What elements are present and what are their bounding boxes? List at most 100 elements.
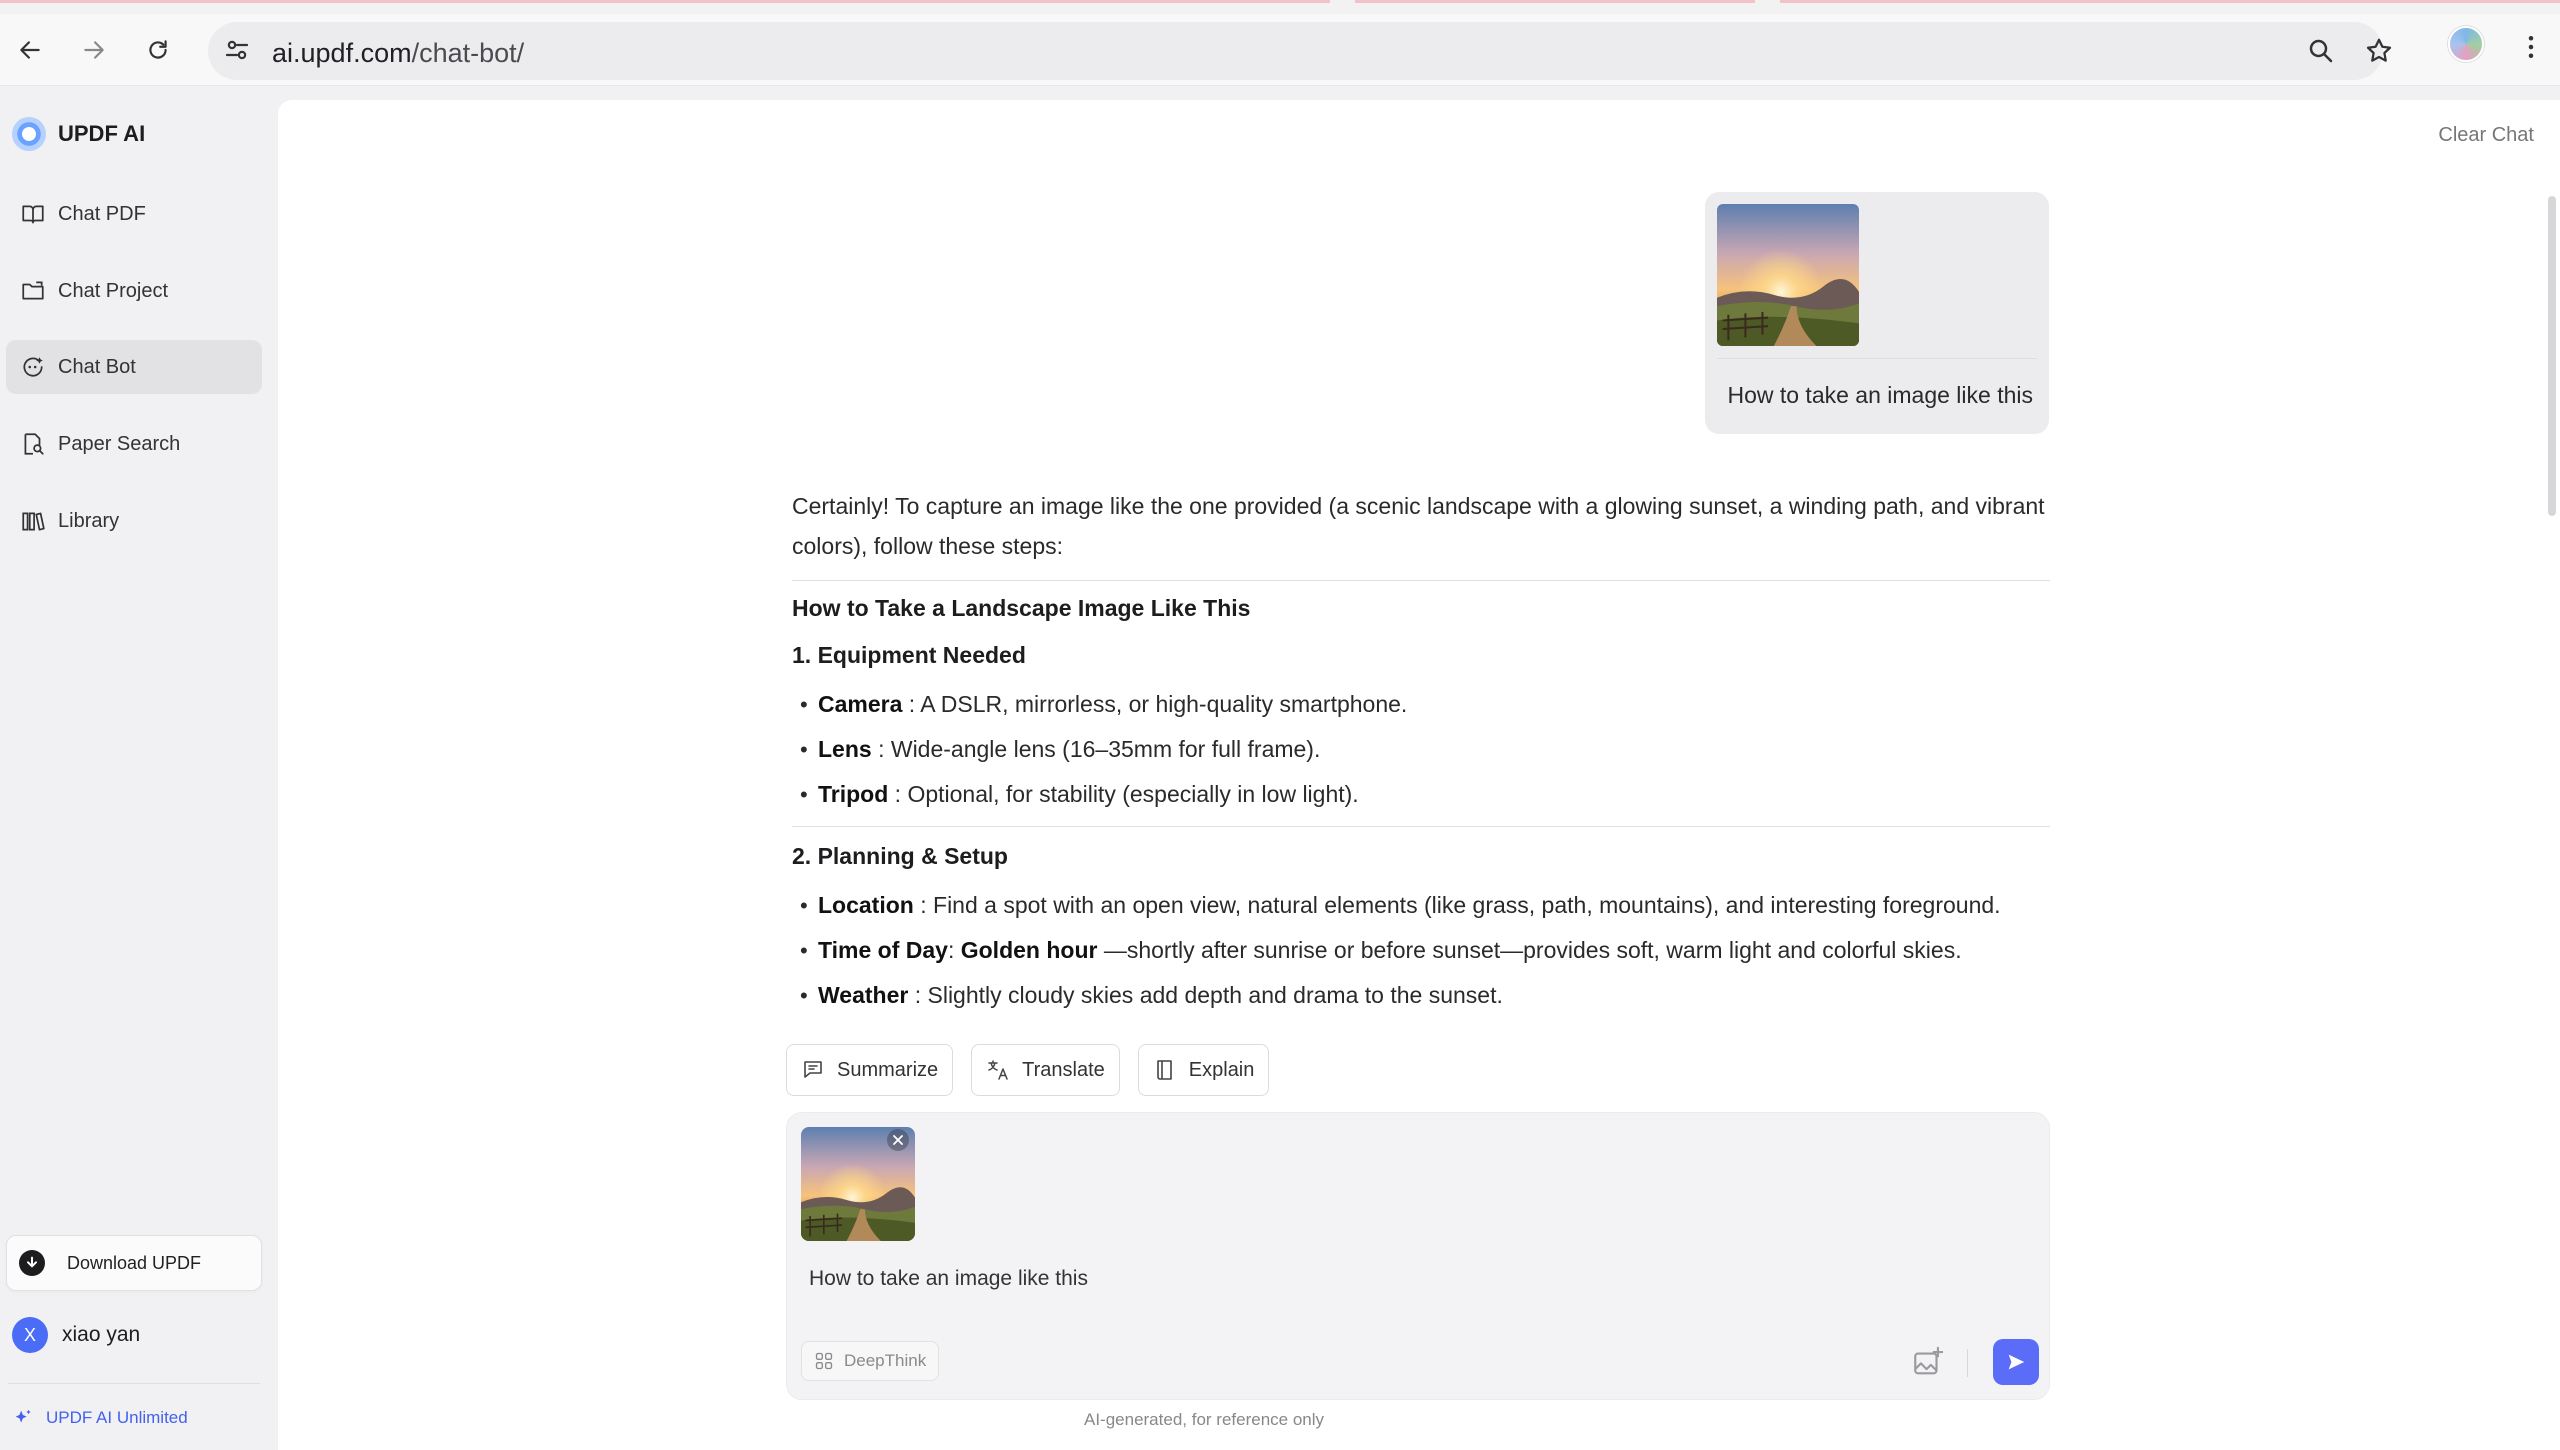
attached-image[interactable] [1717,204,1859,346]
bullet: • [800,893,808,918]
translate-label: Translate [1022,1058,1105,1081]
more-menu-icon[interactable] [2516,32,2546,62]
tab-indicator [0,0,1330,3]
sidebar: UPDF AI Chat PDF Chat Project Chat Bot P… [0,87,268,1450]
clear-chat-button[interactable]: Clear Chat [2438,124,2534,147]
list-item: • Lens : Wide-angle lens (16–35mm for ful… [792,736,2050,763]
divider [8,1383,260,1384]
sidebar-item-chat-bot[interactable]: Chat Bot [6,340,262,394]
list-item: • Location : Find a spot with an open vie… [792,892,2050,919]
tab-strip [0,0,2560,14]
list-sep: : [947,937,961,963]
translate-button[interactable]: Translate [971,1044,1120,1096]
list-term: Weather [818,982,909,1008]
deepthink-toggle[interactable]: DeepThink [801,1341,940,1381]
scrollbar[interactable] [2548,196,2556,516]
list-text: —shortly after sunrise or before sunset—… [1097,937,1962,963]
reload-button[interactable] [136,28,180,72]
sidebar-item-paper-search[interactable]: Paper Search [6,417,262,471]
user-name: xiao yan [62,1323,141,1346]
summarize-button[interactable]: Summarize [786,1044,954,1096]
brand[interactable]: UPDF AI [12,117,145,151]
url-text[interactable]: ai.updf.com/chat-bot/ [272,38,524,69]
section-title: 1. Equipment Needed [792,642,1026,668]
list-text: : Wide-angle lens (16–35mm for full fram… [871,736,1321,762]
sidebar-item-label: Paper Search [58,432,181,455]
book-icon [22,205,44,224]
chat-panel: Clear Chat How to take an image like thi… [278,100,2560,1450]
sunset-landscape-image [1717,204,1859,346]
sidebar-item-library[interactable]: Library [6,494,262,548]
plan-link[interactable]: UPDF AI Unlimited [12,1407,188,1429]
sidebar-item-chat-project[interactable]: Chat Project [6,264,262,318]
list-text: : Optional, for stability (especially in… [888,781,1359,807]
sparkle-icon [15,1409,31,1423]
forward-button[interactable] [72,28,116,72]
updf-logo-icon [12,117,46,151]
deepthink-label: DeepThink [844,1351,927,1370]
download-label: Download UPDF [67,1252,202,1273]
reload-icon [149,40,167,59]
url-host: ai.updf.com [272,38,412,68]
list-item: • Time of Day: Golden hour —shortly after… [792,937,2050,964]
back-button[interactable] [8,28,52,72]
list-term: Golden hour [960,937,1098,963]
user-message-text: How to take an image like this [1727,382,2033,408]
quick-actions: Summarize Translate Explain [786,1044,1270,1096]
bullet: • [800,782,808,807]
add-image-icon[interactable] [1911,1345,1945,1379]
site-settings-icon[interactable] [222,35,252,65]
list-item: • Weather : Slightly cloudy skies add dep… [792,982,2050,1009]
translate-icon [988,1060,1008,1080]
address-bar[interactable]: ai.updf.com/chat-bot/ [208,22,2392,80]
bullet: • [800,737,808,762]
explain-button[interactable]: Explain [1137,1044,1270,1096]
tab-indicator [1780,0,2560,3]
divider [792,580,2050,581]
bullet: • [800,692,808,717]
sidebar-item-chat-pdf[interactable]: Chat PDF [6,187,262,241]
library-icon [22,512,45,531]
divider [1717,358,2037,359]
send-icon [2008,1354,2025,1370]
list-term: Lens [818,736,872,762]
sidebar-item-label: Chat Bot [58,355,136,378]
chat-composer: How to take an image like this DeepThink [786,1112,2050,1400]
download-updf-button[interactable]: Download UPDF [6,1235,262,1291]
disclaimer-text: AI-generated, for reference only [1083,1410,1325,1429]
list-term: Location [818,892,914,918]
message-input[interactable]: How to take an image like this [809,1267,1909,1299]
divider [792,826,2050,827]
brand-name: UPDF AI [58,121,146,146]
list-term: Tripod [818,781,889,807]
browser-toolbar: ai.updf.com/chat-bot/ [0,14,2560,86]
sidebar-item-label: Library [58,509,120,532]
disclaimer-note: AI-generated, for reference only [278,1410,2560,1430]
send-button[interactable] [1993,1339,2039,1385]
user-message-bubble: How to take an image like this [1705,192,2049,434]
bullet: • [800,938,808,963]
zoom-icon[interactable] [2306,36,2336,66]
close-icon [893,1135,903,1145]
bot-icon [23,357,43,377]
doc-search-icon [24,433,44,455]
bookmark-star-icon[interactable] [2364,36,2394,66]
deepthink-icon [815,1352,833,1370]
user-profile[interactable]: X xiao yan [12,1317,140,1353]
ai-answer: Certainly! To capture an image like the … [792,486,2050,1009]
section-title: 2. Planning & Setup [792,843,1008,869]
arrow-left-icon [20,41,40,59]
list-item: • Tripod : Optional, for stability (espec… [792,781,2050,808]
arrow-right-icon [84,41,104,59]
tab-indicator [1355,0,1755,3]
url-path: /chat-bot/ [411,38,525,68]
summarize-label: Summarize [837,1058,939,1081]
remove-attachment-button[interactable] [887,1129,909,1151]
profile-avatar[interactable] [2448,26,2484,62]
download-icon [19,1250,45,1276]
list-term: Camera [818,691,903,717]
folder-icon [22,281,44,300]
answer-intro: Certainly! To capture an image like the … [792,493,2045,559]
summarize-icon [804,1061,822,1078]
bullet: • [800,983,808,1008]
